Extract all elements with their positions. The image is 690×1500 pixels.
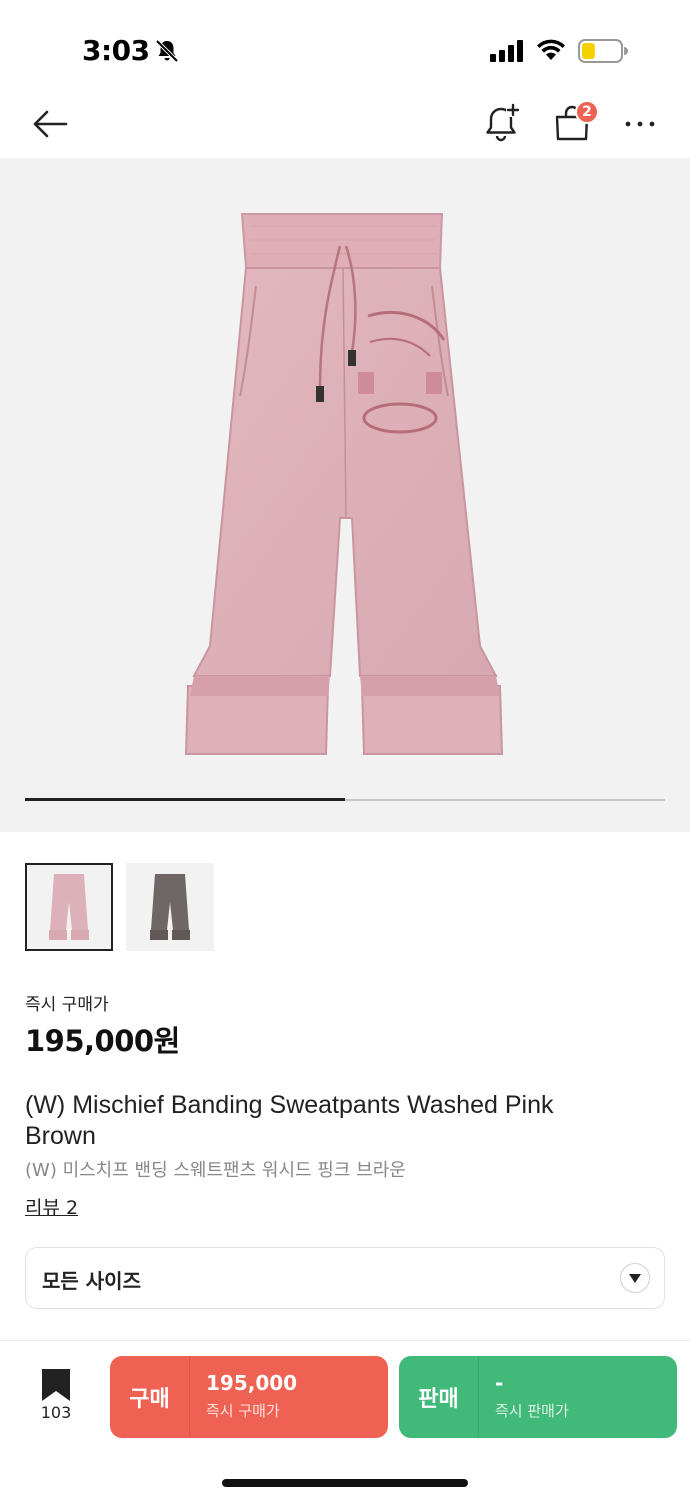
thumbnail-pink[interactable] [25,863,113,951]
status-time: 3:03 [82,34,150,67]
sell-sub-label: 즉시 판매가 [495,1402,569,1420]
cart-count-badge: 2 [575,100,599,124]
thumbnail-image [150,874,190,940]
price-value: 195,000원 [25,1024,180,1058]
product-title-ko: (W) 미스치프 밴딩 스웨트팬츠 워시드 핑크 브라운 [25,1160,406,1181]
bell-plus-icon [486,103,520,142]
back-button[interactable] [28,104,72,144]
buy-sub-label: 즉시 구매가 [206,1402,280,1420]
status-bar: 3:03 [0,0,690,100]
more-dots-icon [625,121,655,127]
buy-price: 195,000 [206,1371,298,1395]
bookmark-icon [42,1369,70,1401]
battery-icon [578,39,628,63]
product-image [184,213,504,755]
alarm-button[interactable] [482,100,524,146]
product-title-en: (W) Mischief Banding Sweatpants Washed P… [25,1091,554,1150]
gallery-progress [25,798,665,801]
signal-icon [490,40,523,62]
sell-label: 판매 [399,1356,479,1438]
review-link[interactable]: 리뷰 2 [25,1193,78,1220]
sell-button[interactable]: 판매 - 즉시 판매가 [399,1356,677,1438]
buy-label: 구매 [110,1356,190,1438]
size-select-value: 모든 사이즈 [42,1269,141,1293]
size-select[interactable]: 모든 사이즈 [25,1247,665,1309]
bell-slash-icon [155,39,179,63]
more-button[interactable] [620,104,660,144]
back-arrow-icon [33,110,68,138]
gallery-progress-fill [25,798,345,801]
product-image-gallery[interactable] [0,158,690,832]
bottom-action-bar: 103 구매 195,000 즉시 구매가 판매 - 즉시 판매가 [0,1340,690,1500]
wish-count: 103 [40,1403,72,1422]
wifi-icon [537,39,565,60]
buy-button[interactable]: 구매 195,000 즉시 구매가 [110,1356,388,1438]
home-indicator [222,1479,468,1487]
thumbnail-strip [25,863,214,951]
wish-button[interactable]: 103 [34,1369,78,1429]
price-label: 즉시 구매가 [25,995,109,1015]
thumbnail-brown[interactable] [126,863,214,951]
thumbnail-image [49,874,89,940]
dropdown-arrow-icon [620,1263,650,1293]
sell-price: - [495,1371,504,1395]
